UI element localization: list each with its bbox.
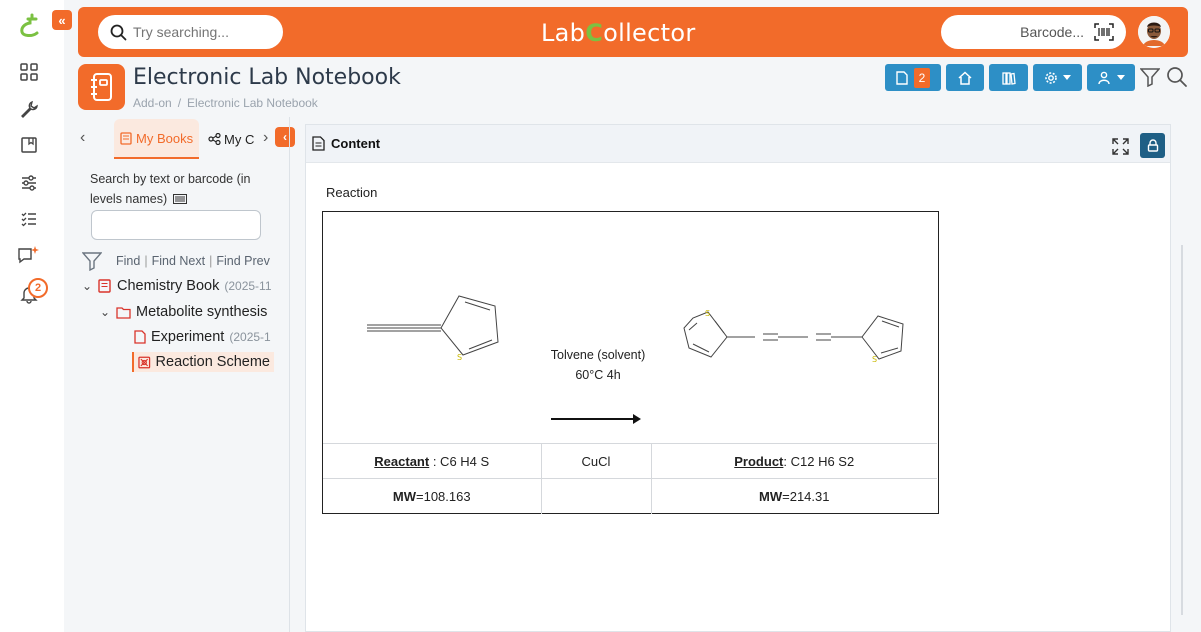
home-icon bbox=[958, 70, 972, 85]
filter-icon[interactable] bbox=[82, 251, 102, 271]
book-icon bbox=[120, 131, 132, 145]
empty-cell bbox=[540, 478, 651, 514]
dashboard-icon[interactable] bbox=[17, 60, 41, 84]
tree-search-input[interactable] bbox=[91, 210, 261, 240]
tree-node-experiment[interactable]: Experiment (2025-1 bbox=[134, 329, 271, 345]
left-rail: 2 bbox=[0, 0, 64, 632]
breadcrumb-eln[interactable]: Electronic Lab Notebook bbox=[187, 96, 318, 110]
content-panel: Content Reaction S S S Tolvene (solvent)… bbox=[305, 124, 1171, 632]
breadcrumb: Add-on / Electronic Lab Notebook bbox=[133, 96, 318, 110]
reaction-page-icon bbox=[138, 356, 151, 368]
lock-icon bbox=[1147, 139, 1158, 152]
checklist-icon[interactable] bbox=[17, 207, 41, 231]
gear-icon bbox=[1045, 71, 1057, 84]
user-avatar[interactable] bbox=[1138, 16, 1170, 48]
documents-button[interactable]: 2 bbox=[885, 64, 941, 91]
find-controls: Find | Find Next | Find Prev bbox=[82, 251, 270, 271]
top-header: LabCollector Barcode... bbox=[78, 7, 1188, 57]
tree-search-label: Search by text or barcode (in levels nam… bbox=[90, 172, 251, 206]
ai-chat-icon[interactable] bbox=[17, 244, 41, 268]
sulfur-atom-label: S bbox=[705, 309, 710, 318]
find-link[interactable]: Find bbox=[116, 254, 140, 268]
barcode-placeholder: Barcode... bbox=[1020, 24, 1084, 40]
reactant-structure bbox=[367, 295, 499, 356]
content-scrollbar[interactable] bbox=[1181, 245, 1183, 615]
sulfur-atom-label: S bbox=[457, 353, 462, 362]
content-title: Content bbox=[331, 136, 381, 151]
catalyst-cell: CuCl bbox=[540, 443, 651, 479]
reaction-conditions: Tolvene (solvent) 60°C 4h bbox=[538, 345, 658, 385]
tree-node-metabolite-synthesis[interactable]: ⌄ Metabolite synthesis bbox=[100, 304, 267, 320]
settings-dropdown-button[interactable] bbox=[1033, 64, 1082, 91]
tabs-scroll-right-icon[interactable]: › bbox=[263, 129, 268, 147]
collapse-tree-button[interactable]: ‹ bbox=[275, 127, 295, 147]
chevron-down-icon[interactable]: ⌄ bbox=[82, 279, 96, 293]
reaction-scheme: S S S Tolvene (solvent) 60°C 4h Reactant… bbox=[322, 211, 939, 514]
table-row: MW=108.163 MW=214.31 bbox=[323, 478, 937, 514]
sulfur-atom-label: S bbox=[872, 355, 877, 364]
breadcrumb-addon[interactable]: Add-on bbox=[133, 96, 172, 110]
notebook-app-icon bbox=[78, 64, 125, 110]
tree-node-chemistry-book[interactable]: ⌄ Chemistry Book (2025-11 bbox=[82, 278, 272, 294]
expand-icon[interactable] bbox=[1112, 138, 1129, 155]
reaction-table: Reactant : C6 H4 S CuCl Product: C12 H6 … bbox=[323, 443, 937, 514]
barcode-search[interactable]: Barcode... bbox=[941, 15, 1126, 49]
sliders-icon[interactable] bbox=[17, 171, 41, 195]
share-icon bbox=[208, 133, 221, 145]
filter-icon[interactable] bbox=[1140, 67, 1160, 87]
product-mw-cell: MW=214.31 bbox=[650, 478, 937, 514]
notification-badge: 2 bbox=[28, 278, 48, 298]
tab-my-books[interactable]: My Books bbox=[114, 119, 200, 159]
book-icon[interactable] bbox=[17, 133, 41, 157]
temperature-time-label: 60°C 4h bbox=[575, 368, 621, 382]
page-icon bbox=[312, 136, 325, 151]
collapse-sidebar-button[interactable]: « bbox=[52, 10, 72, 30]
reaction-section-label: Reaction bbox=[326, 185, 378, 200]
tab-my-collaborations[interactable]: My C bbox=[202, 119, 260, 159]
brand-logo[interactable]: LabCollector bbox=[541, 19, 695, 47]
home-button[interactable] bbox=[946, 64, 984, 91]
user-dropdown-button[interactable] bbox=[1087, 64, 1135, 91]
barcode-icon bbox=[172, 194, 187, 204]
folder-icon bbox=[116, 306, 131, 319]
document-icon bbox=[895, 70, 908, 85]
documents-count: 2 bbox=[913, 67, 931, 88]
chevron-down-icon bbox=[1116, 75, 1125, 80]
lock-button[interactable] bbox=[1140, 133, 1165, 158]
book-red-icon bbox=[98, 279, 111, 293]
tabs-scroll-left-icon[interactable]: ‹ bbox=[80, 129, 85, 147]
reaction-arrow bbox=[551, 414, 641, 424]
search-icon bbox=[110, 24, 127, 40]
solvent-label: Tolvene (solvent) bbox=[550, 348, 646, 362]
content-header: Content bbox=[306, 125, 1170, 163]
global-search[interactable] bbox=[98, 15, 283, 49]
reactant-formula-cell: Reactant : C6 H4 S bbox=[323, 443, 541, 479]
page-title: Electronic Lab Notebook bbox=[133, 65, 401, 90]
product-structure bbox=[683, 311, 904, 360]
tree-node-reaction-scheme[interactable]: Reaction Scheme bbox=[132, 352, 274, 372]
chevron-down-icon[interactable]: ⌄ bbox=[100, 305, 114, 319]
wrench-icon[interactable] bbox=[17, 97, 41, 121]
product-formula-cell: Product: C12 H6 S2 bbox=[650, 443, 937, 479]
table-row: Reactant : C6 H4 S CuCl Product: C12 H6 … bbox=[323, 443, 937, 479]
labcollector-logo-icon[interactable] bbox=[16, 12, 42, 38]
notebook-tree-panel: ‹ My Books My C › ‹ Search by text or ba… bbox=[70, 117, 295, 632]
reactant-mw-cell: MW=108.163 bbox=[323, 478, 541, 514]
barcode-scan-icon[interactable] bbox=[1094, 23, 1114, 41]
find-prev-link[interactable]: Find Prev bbox=[216, 254, 270, 268]
reaction-structures: S S S bbox=[367, 295, 904, 424]
chevron-down-icon bbox=[1063, 75, 1071, 80]
find-next-link[interactable]: Find Next bbox=[152, 254, 206, 268]
search-icon[interactable] bbox=[1166, 66, 1188, 88]
user-settings-icon bbox=[1097, 71, 1110, 84]
books-icon bbox=[1001, 71, 1016, 85]
global-search-input[interactable] bbox=[133, 24, 273, 40]
library-button[interactable] bbox=[989, 64, 1028, 91]
document-icon bbox=[134, 330, 146, 344]
